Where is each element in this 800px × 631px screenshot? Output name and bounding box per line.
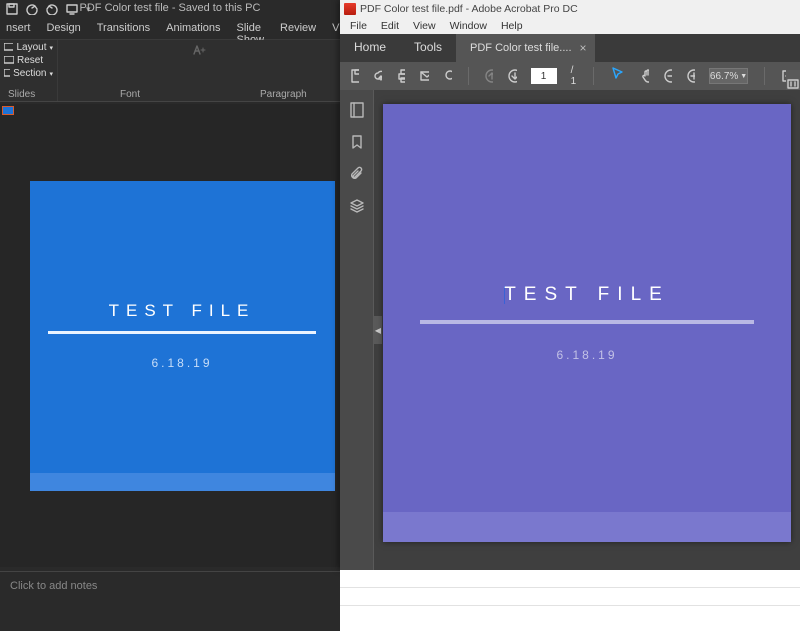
- slide-divider: [48, 331, 316, 334]
- qat-more-icon[interactable]: ▾: [86, 4, 91, 15]
- group-label-slides: Slides: [8, 89, 35, 100]
- menu-view[interactable]: View: [407, 19, 442, 33]
- tab-slideshow[interactable]: Slide Show: [231, 18, 271, 39]
- email-icon[interactable]: [419, 68, 428, 84]
- slide-date[interactable]: 6.18.19: [151, 356, 212, 370]
- reset-button[interactable]: Reset: [4, 55, 53, 66]
- ribbon: Layout▾ Reset Section▾: [0, 40, 340, 102]
- notes-placeholder: Click to add notes: [10, 580, 97, 592]
- start-slideshow-icon[interactable]: [66, 3, 78, 15]
- navpane-collapse-handle[interactable]: ◀: [374, 316, 382, 344]
- close-tab-icon[interactable]: ×: [580, 41, 587, 55]
- slide-canvas[interactable]: TEST FILE 6.18.19: [16, 104, 340, 567]
- tab-design[interactable]: Design: [40, 18, 86, 39]
- attachments-icon[interactable]: [349, 166, 365, 182]
- background-strip: [340, 570, 800, 588]
- redo-icon[interactable]: [46, 3, 58, 15]
- acrobat-titlebar: PDF Color test file.pdf - Adobe Acrobat …: [340, 0, 800, 18]
- slide-footer-bar: [30, 473, 335, 491]
- cloud-icon[interactable]: [373, 68, 382, 84]
- acrobat-window-title: PDF Color test file.pdf - Adobe Acrobat …: [360, 3, 578, 15]
- slide-title[interactable]: TEST FILE: [109, 301, 256, 321]
- search-icon[interactable]: [443, 68, 452, 84]
- prev-page-icon[interactable]: [484, 68, 493, 84]
- undo-icon[interactable]: [26, 3, 38, 15]
- section-label: Section: [13, 68, 46, 79]
- background-strip: [340, 588, 800, 606]
- zoom-value: 66.7%: [710, 71, 738, 82]
- acrobat-toolbar: / 1 66.7%▼: [340, 62, 800, 90]
- pdf-app-icon: [344, 3, 356, 15]
- save-icon[interactable]: [6, 3, 18, 15]
- acrobat-menubar: File Edit View Window Help: [340, 18, 800, 34]
- group-label-paragraph: Paragraph: [260, 89, 307, 100]
- bookmarks-icon[interactable]: [349, 134, 365, 150]
- tab-tools[interactable]: Tools: [400, 34, 456, 62]
- toolbar-separator: [468, 67, 469, 85]
- document-tab[interactable]: PDF Color test file.... ×: [456, 34, 595, 62]
- tab-animations[interactable]: Animations: [160, 18, 226, 39]
- hand-tool-icon[interactable]: [640, 68, 649, 84]
- acrobat-navpane: [340, 90, 374, 570]
- pdf-page-date[interactable]: 6.18.19: [556, 348, 617, 362]
- save-icon[interactable]: [350, 68, 359, 84]
- layout-label: Layout: [16, 42, 46, 53]
- acrobat-main: ◀ TEST FILE 6.18.19: [340, 90, 800, 570]
- tab-insert[interactable]: nsert: [0, 18, 36, 39]
- notes-pane[interactable]: Click to add notes: [0, 571, 340, 631]
- tab-review[interactable]: Review: [274, 18, 322, 39]
- pdf-page-footer-bar: [383, 512, 791, 542]
- toolbar-separator: [593, 67, 594, 85]
- thumbnails-icon[interactable]: [349, 102, 365, 118]
- group-label-font: Font: [120, 89, 140, 100]
- zoom-in-icon[interactable]: [686, 68, 695, 84]
- fit-page-icon: [787, 78, 799, 90]
- background-window: [340, 570, 800, 631]
- zoom-level-dropdown[interactable]: 66.7%▼: [709, 68, 748, 84]
- slide-thumbnail-1[interactable]: [2, 106, 14, 115]
- zoom-out-icon[interactable]: [663, 68, 672, 84]
- menu-edit[interactable]: Edit: [375, 19, 405, 33]
- acrobat-canvas[interactable]: ◀ TEST FILE 6.18.19: [374, 90, 800, 570]
- ribbon-tabs: nsert Design Transitions Animations Slid…: [0, 18, 340, 40]
- tab-home[interactable]: Home: [340, 34, 400, 62]
- toolbar-separator: [764, 67, 765, 85]
- section-button[interactable]: Section▾: [4, 68, 53, 79]
- page-total-label: / 1: [571, 65, 577, 87]
- tab-transitions[interactable]: Transitions: [91, 18, 156, 39]
- pdf-page-divider: [420, 320, 755, 324]
- chevron-down-icon: ▼: [740, 73, 747, 80]
- powerpoint-body: TEST FILE 6.18.19: [0, 104, 340, 567]
- acrobat-window: PDF Color test file.pdf - Adobe Acrobat …: [340, 0, 800, 570]
- menu-file[interactable]: File: [344, 19, 373, 33]
- slide-thumbnail-panel: [0, 104, 16, 567]
- pdf-page-1[interactable]: TEST FILE 6.18.19: [383, 104, 791, 542]
- menu-window[interactable]: Window: [444, 19, 493, 33]
- layout-button[interactable]: Layout▾: [4, 42, 53, 53]
- selection-tool-icon[interactable]: [610, 66, 626, 82]
- acrobat-nav-tabs: Home Tools PDF Color test file.... ×: [340, 34, 800, 62]
- reset-label: Reset: [17, 55, 43, 66]
- quick-access-toolbar: ▾: [0, 0, 340, 18]
- pdf-page-title[interactable]: TEST FILE: [504, 284, 670, 306]
- slide-1[interactable]: TEST FILE 6.18.19: [30, 181, 335, 491]
- print-icon[interactable]: [396, 68, 405, 84]
- menu-help[interactable]: Help: [495, 19, 529, 33]
- powerpoint-window: ▾ PDF Color test file - Saved to this PC…: [0, 0, 340, 631]
- layers-icon[interactable]: [349, 198, 365, 214]
- page-number-input[interactable]: [531, 68, 557, 84]
- document-tab-label: PDF Color test file....: [470, 42, 571, 54]
- next-page-icon[interactable]: [507, 68, 516, 84]
